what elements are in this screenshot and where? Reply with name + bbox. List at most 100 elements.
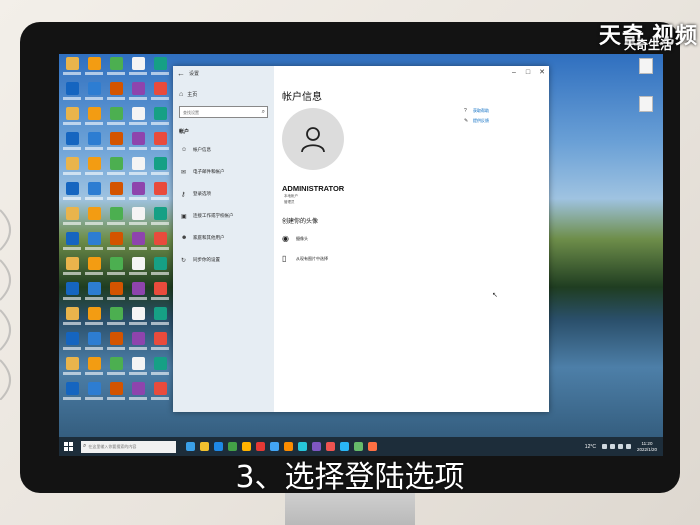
desktop-shortcut-icon[interactable] <box>149 231 171 256</box>
desktop-file-icon[interactable] <box>639 96 653 112</box>
desktop-shortcut-icon[interactable] <box>105 381 127 406</box>
desktop-shortcut-icon[interactable] <box>83 256 105 281</box>
desktop-shortcut-icon[interactable] <box>105 131 127 156</box>
desktop-shortcut-icon[interactable] <box>149 181 171 206</box>
desktop-shortcut-icon[interactable] <box>83 106 105 131</box>
desktop-shortcut-icon[interactable] <box>61 256 83 281</box>
desktop-shortcut-icon[interactable] <box>127 281 149 306</box>
desktop-shortcut-icon[interactable] <box>149 331 171 356</box>
desktop-shortcut-icon[interactable] <box>83 156 105 181</box>
browse-image-option[interactable]: ▯ 从现有图片中选择 <box>282 254 328 263</box>
taskbar-app-icon[interactable] <box>228 442 237 451</box>
back-arrow-icon[interactable]: ← <box>177 69 185 78</box>
desktop-shortcut-icon[interactable] <box>105 106 127 131</box>
desktop-shortcut-icon[interactable] <box>83 331 105 356</box>
taskbar-app-icon[interactable] <box>368 442 377 451</box>
desktop-shortcut-icon[interactable] <box>83 231 105 256</box>
taskbar-app-icon[interactable] <box>340 442 349 451</box>
desktop-shortcut-icon[interactable] <box>127 256 149 281</box>
desktop-shortcut-icon[interactable] <box>105 206 127 231</box>
desktop-shortcut-icon[interactable] <box>127 106 149 131</box>
desktop-shortcut-icon[interactable] <box>105 281 127 306</box>
desktop-shortcut-icon[interactable] <box>127 331 149 356</box>
desktop-shortcut-icon[interactable] <box>105 231 127 256</box>
tray-icon[interactable] <box>609 444 615 449</box>
desktop-shortcut-icon[interactable] <box>105 356 127 381</box>
desktop-shortcut-icon[interactable] <box>61 281 83 306</box>
desktop-shortcut-icon[interactable] <box>105 306 127 331</box>
desktop-shortcut-icon[interactable] <box>149 206 171 231</box>
desktop-shortcut-icon[interactable] <box>149 81 171 106</box>
desktop-shortcut-icon[interactable] <box>61 56 83 81</box>
taskbar-app-icon[interactable] <box>256 442 265 451</box>
camera-option[interactable]: ◉ 摄像头 <box>282 234 308 243</box>
desktop-shortcut-icon[interactable] <box>61 206 83 231</box>
desktop-shortcut-icon[interactable] <box>105 56 127 81</box>
desktop-shortcut-icon[interactable] <box>61 106 83 131</box>
desktop-shortcut-icon[interactable] <box>127 81 149 106</box>
desktop-shortcut-icon[interactable] <box>127 356 149 381</box>
desktop-shortcut-icon[interactable] <box>83 181 105 206</box>
taskbar-app-icon[interactable] <box>186 442 195 451</box>
desktop-shortcut-icon[interactable] <box>149 356 171 381</box>
nav-home[interactable]: ⌂ 主页 <box>173 86 274 102</box>
desktop-shortcut-icon[interactable] <box>105 81 127 106</box>
taskbar-app-icon[interactable] <box>326 442 335 451</box>
desktop-shortcut-icon[interactable] <box>105 256 127 281</box>
desktop-shortcut-icon[interactable] <box>61 81 83 106</box>
desktop-shortcut-icon[interactable] <box>61 131 83 156</box>
taskbar-search-input[interactable] <box>88 444 169 449</box>
desktop-shortcut-icon[interactable] <box>127 181 149 206</box>
desktop-shortcut-icon[interactable] <box>149 281 171 306</box>
desktop-shortcut-icon[interactable] <box>149 131 171 156</box>
taskbar-app-icon[interactable] <box>284 442 293 451</box>
minimize-icon[interactable]: – <box>507 66 521 78</box>
desktop-shortcut-icon[interactable] <box>127 206 149 231</box>
taskbar-clock[interactable]: 11:20 2022/1/20 <box>637 441 657 453</box>
desktop-file-icon[interactable] <box>639 58 653 74</box>
close-icon[interactable]: ✕ <box>535 66 549 78</box>
weather-widget[interactable]: 12°C <box>585 444 596 450</box>
nav-item-work-school[interactable]: ▣ 连接工作或学校帐户 <box>173 205 274 227</box>
desktop-shortcut-icon[interactable] <box>61 231 83 256</box>
taskbar-app-icon[interactable] <box>200 442 209 451</box>
desktop-shortcut-icon[interactable] <box>61 381 83 406</box>
desktop-shortcut-icon[interactable] <box>105 331 127 356</box>
desktop-shortcut-icon[interactable] <box>127 381 149 406</box>
desktop-shortcut-icon[interactable] <box>127 156 149 181</box>
desktop-shortcut-icon[interactable] <box>83 56 105 81</box>
taskbar-app-icon[interactable] <box>312 442 321 451</box>
nav-item-email[interactable]: ✉ 电子邮件和帐户 <box>173 161 274 183</box>
taskbar-search[interactable]: ⌕ <box>81 440 176 453</box>
desktop-shortcut-icon[interactable] <box>149 381 171 406</box>
settings-search[interactable]: ⌕ <box>179 106 268 118</box>
desktop-shortcut-icon[interactable] <box>61 356 83 381</box>
desktop-shortcut-icon[interactable] <box>149 306 171 331</box>
nav-item-family[interactable]: ☻ 家庭和其他用户 <box>173 227 274 249</box>
desktop-shortcut-icon[interactable] <box>149 256 171 281</box>
desktop-shortcut-icon[interactable] <box>127 306 149 331</box>
desktop-shortcut-icon[interactable] <box>105 156 127 181</box>
nav-item-sign-in-options[interactable]: ⚷ 登录选项 <box>173 183 274 205</box>
desktop-shortcut-icon[interactable] <box>83 281 105 306</box>
desktop-shortcut-icon[interactable] <box>83 206 105 231</box>
taskbar-app-icon[interactable] <box>242 442 251 451</box>
desktop-shortcut-icon[interactable] <box>127 56 149 81</box>
taskbar-app-icon[interactable] <box>354 442 363 451</box>
desktop-shortcut-icon[interactable] <box>83 131 105 156</box>
desktop-shortcut-icon[interactable] <box>83 356 105 381</box>
desktop-shortcut-icon[interactable] <box>61 306 83 331</box>
desktop-shortcut-icon[interactable] <box>127 131 149 156</box>
desktop-shortcut-icon[interactable] <box>61 181 83 206</box>
get-help-link[interactable]: ? 获取帮助 <box>464 106 489 116</box>
maximize-icon[interactable]: □ <box>521 66 535 78</box>
tray-icon[interactable] <box>617 444 623 449</box>
desktop-shortcut-icon[interactable] <box>61 156 83 181</box>
settings-search-input[interactable] <box>180 109 260 115</box>
tray-icon[interactable] <box>601 444 607 449</box>
feedback-link[interactable]: ✎ 提供反馈 <box>464 116 489 126</box>
nav-item-sync[interactable]: ↻ 同步你的设置 <box>173 249 274 271</box>
desktop-shortcut-icon[interactable] <box>83 381 105 406</box>
desktop-shortcut-icon[interactable] <box>149 56 171 81</box>
desktop-shortcut-icon[interactable] <box>105 181 127 206</box>
